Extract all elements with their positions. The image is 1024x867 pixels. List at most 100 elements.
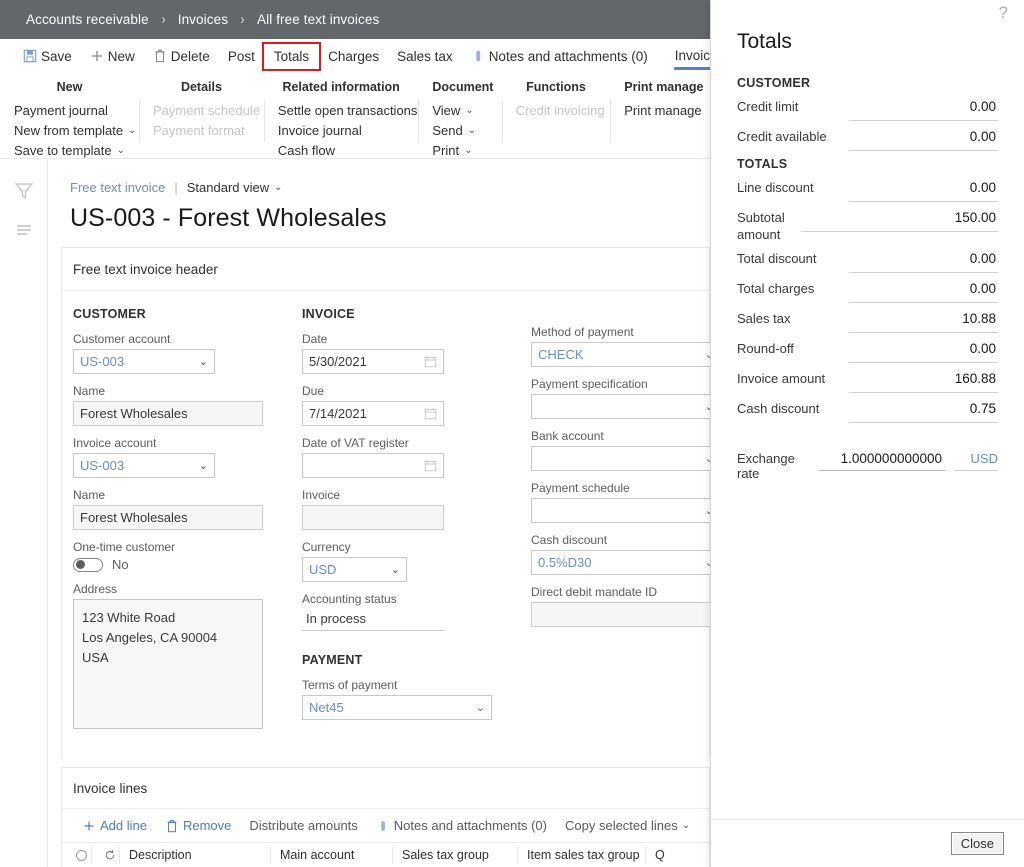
chevron-down-icon: ⌄ [475, 702, 485, 714]
address-textarea[interactable]: 123 White Road Los Angeles, CA 90004 USA [73, 599, 263, 729]
ribbon-item-send[interactable]: Send ⌄ [432, 121, 487, 141]
cash-discount-total-field[interactable]: 0.75 [849, 394, 998, 423]
column-header-sales-tax-group[interactable]: Sales tax group [392, 842, 517, 867]
new-button[interactable]: New [81, 45, 144, 68]
ribbon-item-send-label: Send [432, 123, 463, 138]
question-mark-icon[interactable]: ? [999, 4, 1008, 21]
direct-debit-mandate-id-input[interactable] [531, 602, 710, 627]
customer-account-input[interactable]: US-003 ⌄ [73, 349, 215, 374]
calendar-icon[interactable] [424, 459, 437, 472]
ribbon-group-new: New Payment journal New from template ⌄ … [0, 80, 139, 158]
customer-name-input[interactable]: Forest Wholesales [73, 401, 263, 426]
charges-button[interactable]: Charges [319, 45, 388, 68]
method-of-payment-input[interactable]: CHECK ⌄ [531, 342, 710, 367]
ribbon-item-new-from-template[interactable]: New from template ⌄ [14, 121, 136, 141]
calendar-icon[interactable] [424, 407, 437, 420]
line-notes-and-attachments-button[interactable]: Notes and attachments (0) [367, 815, 556, 836]
ribbon-item-settle-open-transactions[interactable]: Settle open transactions [278, 101, 417, 121]
payment-specification-label: Payment specification [531, 377, 648, 391]
filter-icon[interactable] [14, 182, 34, 200]
totals-button[interactable]: Totals [261, 41, 322, 71]
breadcrumb-item-accounts-receivable[interactable]: Accounts receivable [26, 12, 149, 27]
ribbon-group-print-management: Print manage Print manage [610, 80, 710, 148]
tab-invoice[interactable]: Invoice [665, 42, 710, 71]
post-button[interactable]: Post [219, 45, 264, 68]
ribbon-item-invoice-journal-label: Invoice journal [277, 123, 362, 138]
invoice-number-input[interactable] [302, 505, 444, 530]
terms-of-payment-input[interactable]: Net45 ⌄ [302, 695, 492, 720]
date-of-vat-register-input[interactable] [302, 453, 444, 478]
ribbon-item-print[interactable]: Print ⌄ [432, 141, 487, 161]
select-all-header[interactable] [62, 842, 91, 867]
save-label: Save [41, 48, 72, 64]
date-input[interactable]: 5/30/2021 [302, 349, 444, 374]
sales-tax-field[interactable]: 10.88 [849, 304, 998, 333]
one-time-customer-toggle-row: No [73, 557, 302, 572]
invoice-amount-field[interactable]: 160.88 [849, 364, 998, 393]
one-time-customer-toggle[interactable] [73, 557, 103, 572]
save-button[interactable]: Save [14, 45, 81, 68]
ribbon-item-payment-journal[interactable]: Payment journal [14, 101, 125, 121]
remove-line-button[interactable]: Remove [156, 815, 240, 836]
breadcrumb-item-invoices[interactable]: Invoices [178, 12, 228, 27]
payment-schedule-input[interactable]: ⌄ [531, 498, 710, 523]
add-line-button[interactable]: Add line [73, 815, 156, 836]
invoice-group-title: INVOICE [302, 307, 355, 321]
charges-label: Charges [328, 48, 380, 64]
invoice-lines-toolbar: Add line Remove Distribute amounts Notes… [62, 809, 709, 842]
invoice-number-field: Invoice [302, 488, 531, 530]
currency-input[interactable]: USD ⌄ [302, 557, 407, 582]
distribute-amounts-button[interactable]: Distribute amounts [240, 815, 366, 836]
subtotal-amount-value: 150.00 [954, 210, 996, 225]
exchange-rate-currency[interactable]: USD [954, 445, 998, 471]
application-window: Accounts receivable › Invoices › All fre… [0, 0, 710, 867]
totals-row-sales-tax: Sales tax 10.88 [737, 304, 998, 333]
copy-selected-lines-button[interactable]: Copy selected lines ⌄ [556, 815, 699, 836]
ribbon-item-print-management[interactable]: Print manage [624, 101, 701, 121]
list-icon[interactable] [14, 222, 34, 240]
bank-account-input[interactable]: ⌄ [531, 446, 710, 471]
ribbon-item-cash-flow[interactable]: Cash flow [278, 141, 404, 161]
credit-available-field[interactable]: 0.00 [849, 122, 998, 151]
ribbon-item-payment-format: Payment format [153, 121, 250, 141]
ribbon-item-invoice-journal[interactable]: Invoice journal [278, 121, 404, 141]
invoice-account-name-input[interactable]: Forest Wholesales [73, 505, 263, 530]
line-notes-and-attachments-label: Notes and attachments (0) [393, 818, 547, 833]
toggle-knob [76, 560, 85, 569]
cash-discount-input[interactable]: 0.5%D30 ⌄ [531, 550, 710, 575]
notes-and-attachments-button[interactable]: Notes and attachments (0) [462, 45, 657, 68]
column-header-item-sales-tax-group[interactable]: Item sales tax group [517, 842, 645, 867]
bank-account-field: Bank account ⌄ [531, 429, 710, 471]
invoice-account-input[interactable]: US-003 ⌄ [73, 453, 215, 478]
ribbon-item-save-to-template[interactable]: Save to template ⌄ [14, 141, 125, 161]
sales-tax-label: Sales tax [737, 311, 791, 326]
ribbon-item-view[interactable]: View ⌄ [432, 101, 487, 121]
view-picker[interactable]: Standard view ⌄ [187, 180, 283, 195]
total-charges-field[interactable]: 0.00 [849, 274, 998, 303]
refresh-header[interactable] [91, 842, 119, 867]
close-button[interactable]: Close [950, 832, 1004, 855]
column-header-description[interactable]: Description [119, 842, 270, 867]
tab-invoice-label: Invoice [674, 47, 710, 63]
round-off-field[interactable]: 0.00 [849, 334, 998, 363]
credit-limit-field[interactable]: 0.00 [849, 92, 998, 121]
column-header-main-account[interactable]: Main account [270, 842, 392, 867]
line-discount-field[interactable]: 0.00 [849, 173, 998, 202]
exchange-rate-value[interactable]: 1.000000000000 [819, 445, 946, 471]
screen-root: Accounts receivable › Invoices › All fre… [0, 0, 1024, 867]
payment-specification-input[interactable]: ⌄ [531, 394, 710, 419]
column-header-quantity[interactable]: Q [645, 842, 685, 867]
sales-tax-button[interactable]: Sales tax [388, 45, 462, 68]
direct-debit-mandate-id-label: Direct debit mandate ID [531, 585, 658, 599]
subtotal-amount-field[interactable]: 150.00 [801, 203, 998, 232]
one-time-customer-value: No [112, 557, 129, 572]
calendar-icon[interactable] [424, 355, 437, 368]
total-discount-field[interactable]: 0.00 [849, 244, 998, 273]
delete-button[interactable]: Delete [144, 45, 219, 68]
total-discount-label: Total discount [737, 251, 817, 266]
due-input[interactable]: 7/14/2021 [302, 401, 444, 426]
breadcrumb-item-all-free-text-invoices[interactable]: All free text invoices [257, 12, 379, 27]
entity-link[interactable]: Free text invoice [70, 180, 165, 195]
invoice-column: INVOICE Date 5/30/2021 Due 7/14/2021 Dat… [302, 307, 531, 739]
one-time-customer-label: One-time customer [73, 540, 176, 554]
